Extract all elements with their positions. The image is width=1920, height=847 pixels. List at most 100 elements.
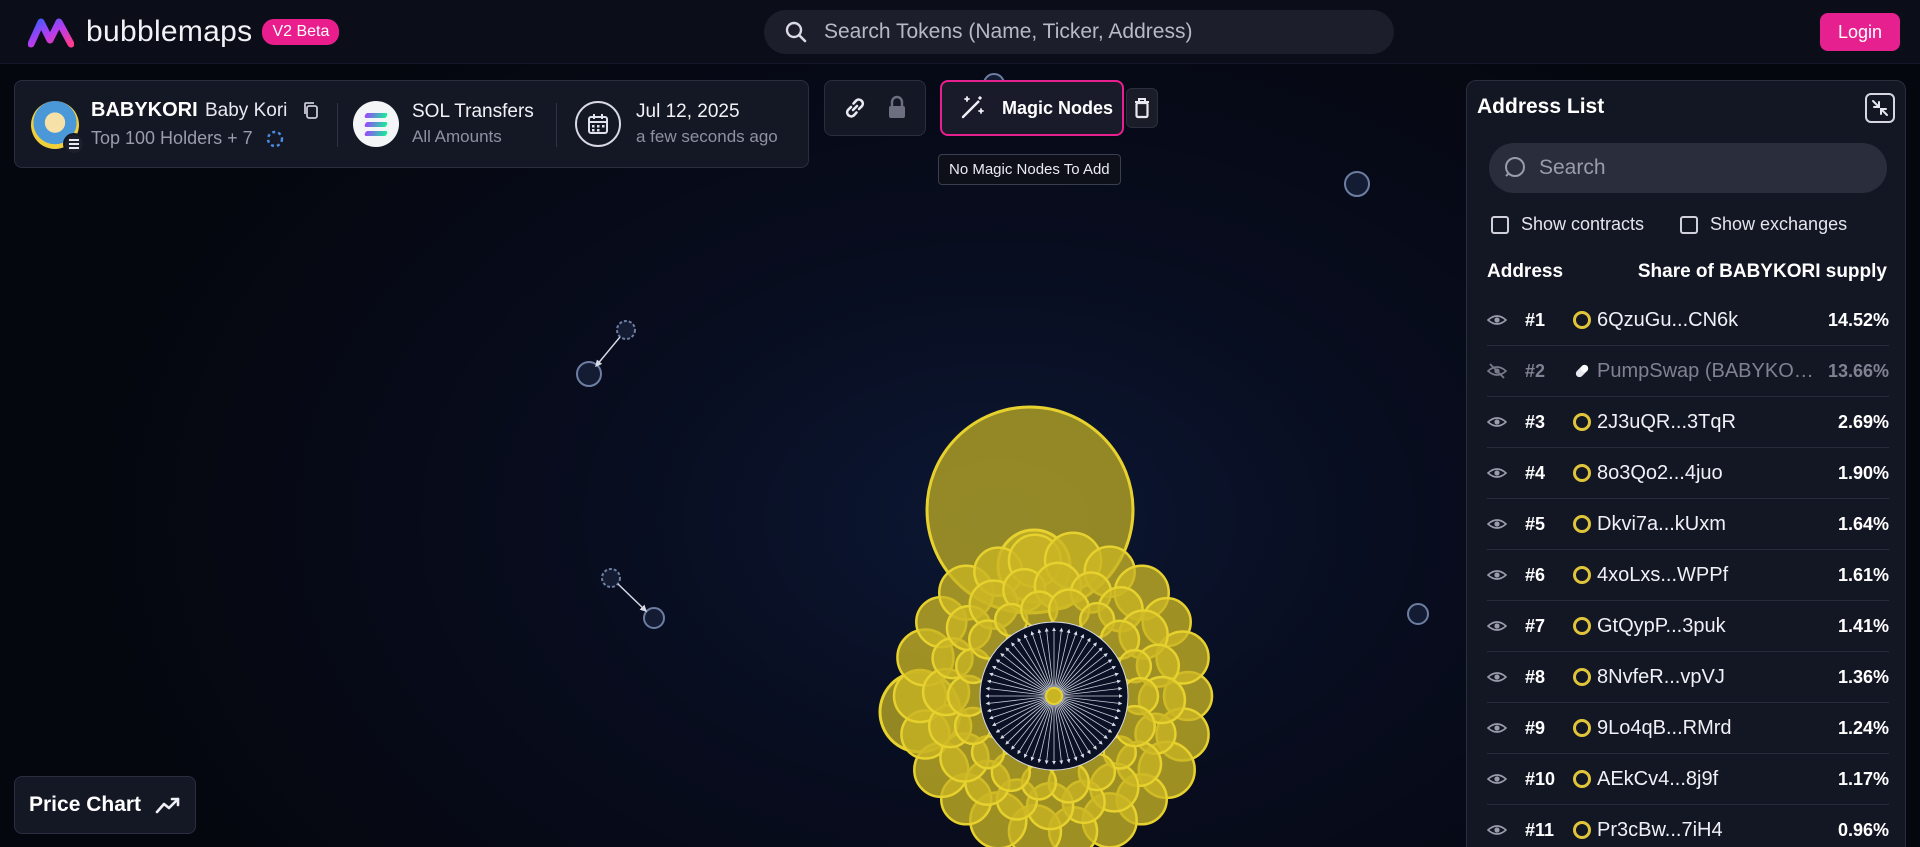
wallet-bubble-icon [1573, 464, 1591, 482]
address-search-bar[interactable] [1489, 143, 1887, 193]
eye-icon[interactable] [1487, 463, 1507, 483]
token-search-input[interactable] [824, 20, 1364, 44]
table-row[interactable]: #3 2J3uQR...3TqR 2.69% [1487, 397, 1889, 448]
eye-icon[interactable] [1487, 616, 1507, 636]
row-rank: #4 [1525, 462, 1546, 483]
table-row[interactable]: #10 AEkCv4...8j9f 1.17% [1487, 754, 1889, 805]
row-address[interactable]: PumpSwap (BABYKORI... [1597, 360, 1817, 383]
snapshot-date[interactable]: Jul 12, 2025 [636, 101, 740, 123]
row-rank: #10 [1525, 768, 1556, 789]
token-info-panel: BABYKORI Baby Kori Top 100 Holders + 7 S… [14, 80, 809, 168]
eye-icon[interactable] [1487, 310, 1507, 330]
row-share: 0.96% [1837, 819, 1889, 840]
table-row[interactable]: #5 Dkvi7a...kUxm 1.64% [1487, 499, 1889, 550]
hub-bubble[interactable] [1045, 687, 1063, 705]
snapshot-relative-time: a few seconds ago [636, 127, 778, 146]
wallet-node[interactable] [601, 568, 621, 588]
show-contracts-label: Show contracts [1521, 214, 1645, 234]
table-row[interactable]: #4 8o3Qo2...4juo 1.90% [1487, 448, 1889, 499]
transfers-filter: All Amounts [412, 127, 502, 146]
eye-icon[interactable] [1487, 769, 1507, 789]
row-address[interactable]: 2J3uQR...3TqR [1597, 411, 1817, 434]
table-row[interactable]: #11 Pr3cBw...7iH4 0.96% [1487, 805, 1889, 847]
row-address[interactable]: 8o3Qo2...4juo [1597, 462, 1817, 485]
row-share: 1.36% [1837, 666, 1889, 687]
row-address[interactable]: 8NvfeR...vpVJ [1597, 666, 1817, 689]
eye-icon[interactable] [1487, 565, 1507, 585]
table-row[interactable]: #9 9Lo4qB...RMrd 1.24% [1487, 703, 1889, 754]
row-address[interactable]: Dkvi7a...kUxm [1597, 513, 1817, 536]
table-row[interactable]: #1 6QzuGu...CN6k 14.52% [1487, 295, 1889, 346]
table-row[interactable]: #2 PumpSwap (BABYKORI... 13.66% [1487, 346, 1889, 397]
show-exchanges-checkbox[interactable] [1680, 215, 1698, 234]
brand[interactable]: bubblemaps V2 Beta [28, 14, 340, 50]
row-address[interactable]: AEkCv4...8j9f [1597, 768, 1817, 791]
row-rank: #5 [1525, 513, 1546, 534]
row-share: 1.90% [1837, 462, 1889, 483]
transfers-title[interactable]: SOL Transfers [412, 101, 534, 123]
eye-icon[interactable] [1487, 412, 1507, 432]
transfer-link [617, 583, 648, 612]
loading-spinner-icon [266, 130, 284, 148]
show-contracts-toggle[interactable]: Show contracts [1491, 214, 1644, 235]
wallet-node[interactable] [1344, 171, 1370, 197]
trend-line-icon [155, 797, 180, 814]
address-column-header[interactable]: Address [1487, 261, 1563, 283]
address-list-title: Address List [1477, 95, 1605, 118]
wallet-bubble-icon [1573, 668, 1591, 686]
share-column-header[interactable]: Share of BABYKORI supply [1638, 261, 1887, 283]
row-address[interactable]: GtQypP...3puk [1597, 615, 1817, 638]
holders-label[interactable]: Top 100 Holders + 7 [91, 128, 253, 149]
wallet-node[interactable] [643, 607, 665, 629]
magic-nodes-button[interactable]: Magic Nodes [940, 80, 1124, 136]
address-rows: #1 6QzuGu...CN6k 14.52% #2 PumpSwap (BAB… [1487, 295, 1889, 847]
price-chart-button[interactable]: Price Chart [14, 776, 196, 834]
eye-off-icon[interactable] [1487, 361, 1507, 381]
wallet-node[interactable] [1407, 603, 1429, 625]
search-icon [785, 21, 807, 43]
wallet-node[interactable] [576, 361, 602, 387]
login-button[interactable]: Login [1820, 13, 1900, 51]
row-address[interactable]: Pr3cBw...7iH4 [1597, 819, 1817, 842]
lock-icon[interactable] [885, 94, 909, 122]
row-share: 13.66% [1827, 360, 1889, 381]
wallet-bubble-icon [1573, 821, 1591, 839]
brand-name: bubblemaps [86, 15, 253, 48]
bubble-graph[interactable] [0, 64, 1460, 847]
wallet-node[interactable] [616, 320, 636, 340]
delete-button[interactable] [1126, 88, 1158, 128]
link-icon[interactable] [841, 94, 869, 122]
eye-icon[interactable] [1487, 718, 1507, 738]
address-list-panel: Address List Show contracts Show exchang… [1466, 80, 1906, 847]
address-search-input[interactable] [1539, 156, 1879, 180]
solana-chain-icon [63, 133, 85, 155]
row-rank: #1 [1525, 309, 1546, 330]
row-address[interactable]: 9Lo4qB...RMrd [1597, 717, 1817, 740]
link-lock-group [824, 80, 926, 136]
search-icon [1505, 157, 1525, 177]
bubble-cluster[interactable] [878, 405, 1214, 847]
row-address[interactable]: 6QzuGu...CN6k [1597, 309, 1817, 332]
token-name: Baby Kori [205, 100, 288, 121]
table-row[interactable]: #6 4xoLxs...WPPf 1.61% [1487, 550, 1889, 601]
table-row[interactable]: #7 GtQypP...3puk 1.41% [1487, 601, 1889, 652]
eye-icon[interactable] [1487, 820, 1507, 840]
wallet-bubble-icon [1573, 770, 1591, 788]
row-rank: #3 [1525, 411, 1546, 432]
copy-icon[interactable] [302, 101, 320, 119]
row-share: 1.41% [1837, 615, 1889, 636]
eye-icon[interactable] [1487, 514, 1507, 534]
divider [556, 103, 557, 147]
collapse-panel-button[interactable] [1865, 93, 1895, 123]
divider [337, 103, 338, 147]
token-search-bar[interactable] [764, 10, 1394, 54]
show-exchanges-toggle[interactable]: Show exchanges [1680, 214, 1847, 235]
show-contracts-checkbox[interactable] [1491, 215, 1509, 234]
eye-icon[interactable] [1487, 667, 1507, 687]
app-root: bubblemaps V2 Beta Login BABYKORI Baby K… [0, 0, 1920, 847]
row-rank: #11 [1525, 819, 1555, 840]
row-share: 2.69% [1837, 411, 1889, 432]
calendar-icon[interactable] [575, 101, 621, 147]
table-row[interactable]: #8 8NvfeR...vpVJ 1.36% [1487, 652, 1889, 703]
row-address[interactable]: 4xoLxs...WPPf [1597, 564, 1817, 587]
